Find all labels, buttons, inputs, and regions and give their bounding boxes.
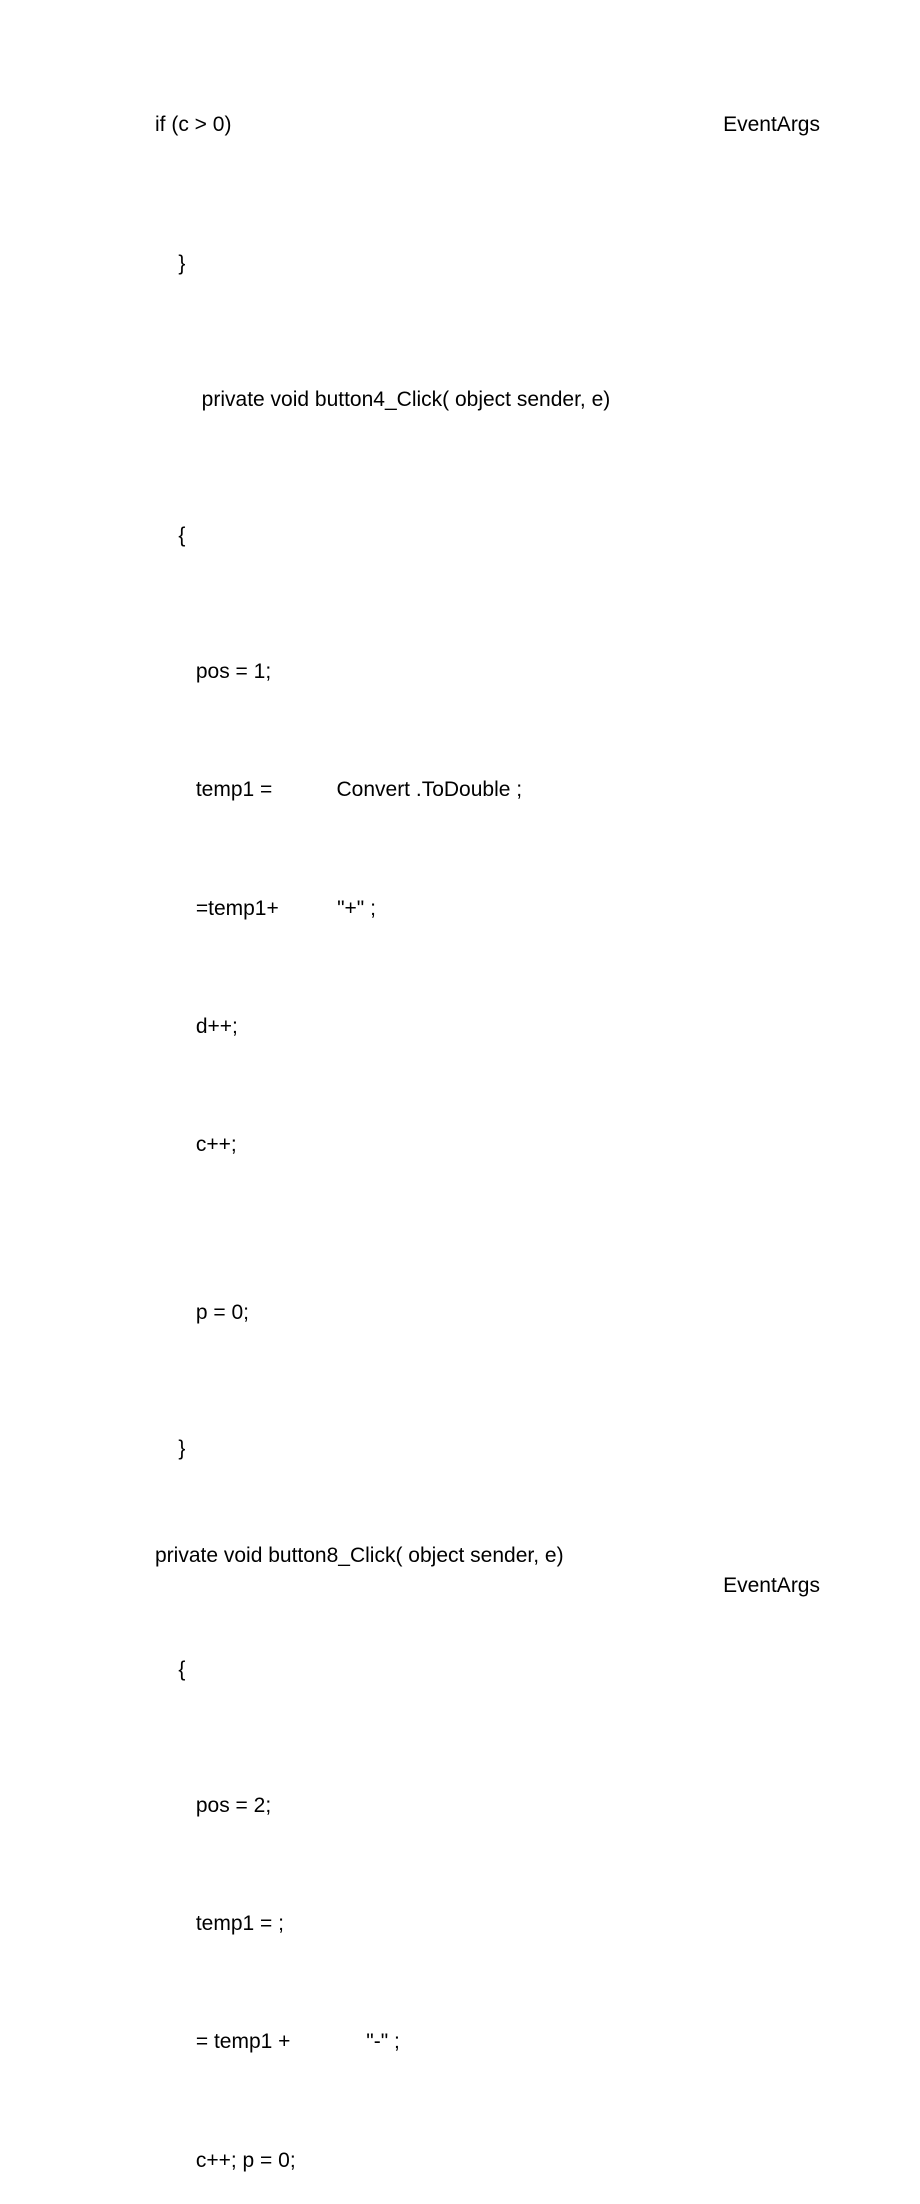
code-text: temp1 = Convert .ToDouble ; xyxy=(178,778,522,801)
code-text: c++; p = 0; xyxy=(178,2149,295,2172)
code-line-temp1-convert: temp1 = Convert .ToDouble ; xyxy=(155,746,820,834)
code-line-p0: p = 0; xyxy=(155,1269,820,1357)
code-line-dpp: d++; xyxy=(155,982,820,1070)
code-line-temp1-minus: = temp1 + "-" ; xyxy=(155,1998,820,2086)
code-text: pos = 1; xyxy=(178,660,271,683)
code-line-method4: private void button4_Click( object sende… xyxy=(155,356,820,444)
code-text: { xyxy=(178,1658,185,1681)
code-text: private void button4_Click( object sende… xyxy=(178,388,610,411)
code-line-closebrace2: } xyxy=(155,1405,820,1493)
code-text: { xyxy=(178,524,185,547)
code-text: = temp1 + "-" ; xyxy=(178,2030,399,2053)
code-text: d++; xyxy=(178,1015,238,1038)
code-line-cpp-p0: c++; p = 0; xyxy=(155,2116,820,2204)
code-line-temp1-plus: =temp1+ "+" ; xyxy=(155,864,820,952)
code-text: =temp1+ "+" ; xyxy=(178,897,376,920)
code-line-method8: private void button8_Click( object sende… xyxy=(155,1541,820,1570)
code-line-openbrace2: { xyxy=(155,1626,820,1714)
code-line-pos1: pos = 1; xyxy=(155,628,820,716)
code-text: if (c > 0) xyxy=(155,113,231,136)
eventargs-label-1: EventArgs xyxy=(723,110,820,139)
code-line-cpp: c++; xyxy=(155,1101,820,1189)
code-text: p = 0; xyxy=(178,1301,249,1324)
code-line-temp1: temp1 = ; xyxy=(155,1880,820,1968)
code-line-1: if (c > 0) EventArgs xyxy=(155,110,820,139)
eventargs-label-2: EventArgs xyxy=(723,1571,820,1600)
code-text: } xyxy=(178,1437,185,1460)
code-text: pos = 2; xyxy=(178,1794,271,1817)
code-line-openbrace: { xyxy=(155,492,820,580)
code-text: c++; xyxy=(178,1133,236,1156)
code-line-closebrace: } xyxy=(155,219,820,307)
code-line-pos2: pos = 2; xyxy=(155,1762,820,1850)
code-text: } xyxy=(178,252,185,275)
code-text: private void button8_Click( object sende… xyxy=(155,1544,564,1567)
code-text: temp1 = ; xyxy=(178,1912,284,1935)
